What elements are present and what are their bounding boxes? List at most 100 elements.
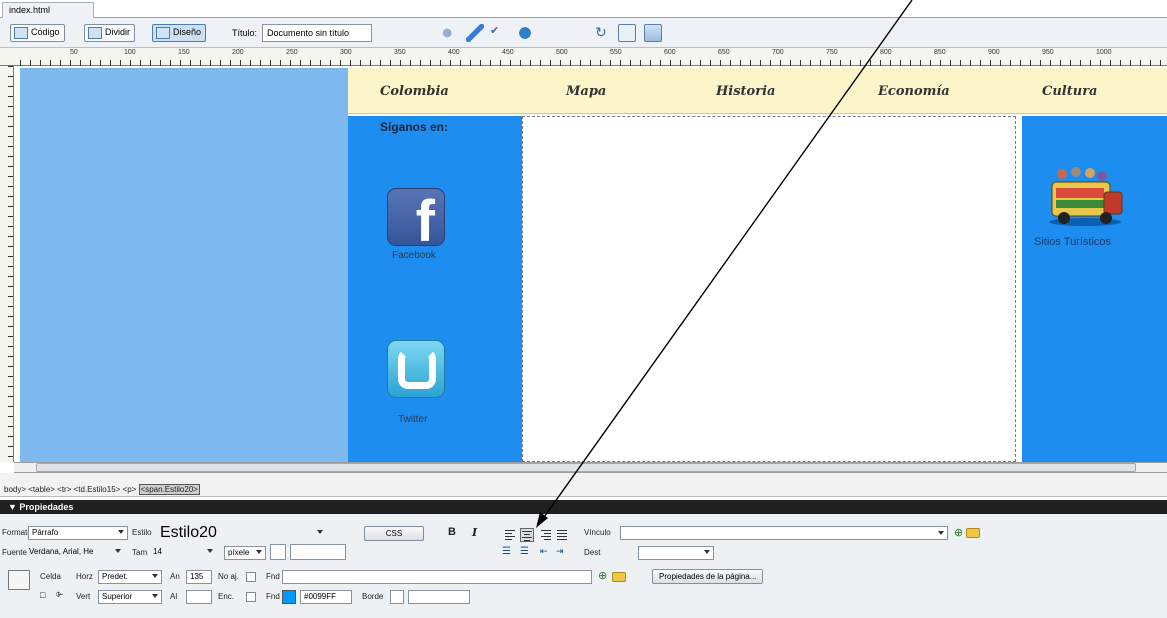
chevron-down-icon — [152, 594, 158, 598]
ordered-list-icon[interactable]: ☰ — [520, 546, 529, 557]
design-view-label: Diseño — [173, 27, 202, 37]
properties-header[interactable]: ▼ Propiedades — [0, 500, 1167, 514]
main-content-cell[interactable] — [522, 116, 1016, 462]
active-tag[interactable]: <span.Estilo20> — [138, 484, 200, 495]
ruler-mark: 700 — [772, 49, 784, 56]
link-input[interactable] — [620, 526, 948, 540]
tag-path[interactable]: body> <table> <tr> <td.Estilo15> <p> — [4, 485, 136, 494]
unit-select[interactable]: píxele — [224, 546, 266, 560]
ruler-mark: 450 — [502, 49, 514, 56]
split-view-button[interactable]: Dividir — [84, 24, 136, 42]
chevron-down-icon — [207, 549, 213, 553]
split-view-label: Dividir — [105, 27, 131, 37]
text-color-input[interactable] — [290, 544, 346, 560]
horz-select[interactable]: Predet. — [98, 570, 162, 584]
ruler-mark: 500 — [556, 49, 568, 56]
content-divider — [514, 116, 522, 462]
globe-icon[interactable] — [516, 24, 534, 42]
nav-mapa[interactable]: Mapa — [566, 84, 606, 99]
nav-colombia[interactable]: Colombia — [380, 84, 449, 99]
align-left-icon[interactable] — [504, 530, 516, 540]
unordered-list-icon[interactable]: ☰ — [502, 546, 511, 557]
height-input[interactable] — [186, 590, 212, 604]
left-blue-cell[interactable] — [20, 68, 348, 462]
twitter-label[interactable]: Twitter — [398, 414, 427, 425]
nav-bar[interactable]: Colombia Mapa Historia Economía Cultura — [348, 68, 1167, 114]
chiva-bus-image[interactable] — [1040, 162, 1130, 228]
folder-icon[interactable] — [966, 528, 980, 538]
facebook-label[interactable]: Facebook — [392, 250, 436, 261]
header-checkbox[interactable] — [246, 592, 256, 602]
align-right-icon[interactable] — [540, 530, 552, 540]
ruler-mark: 350 — [394, 49, 406, 56]
size-select[interactable]: 14 — [150, 546, 216, 560]
target-select[interactable] — [638, 546, 714, 560]
check-page-icon[interactable]: ✔ — [490, 24, 508, 42]
design-view-button[interactable]: Diseño — [152, 24, 207, 42]
chevron-down-icon — [118, 530, 124, 534]
italic-button[interactable]: I — [472, 526, 477, 539]
document-title-input[interactable]: Documento sin título — [262, 24, 372, 42]
fuente-value: Verdana, Arial, He — [29, 547, 94, 556]
no-wrap-checkbox[interactable] — [246, 572, 256, 582]
title-label: Título: — [232, 28, 258, 38]
bold-button[interactable]: B — [448, 526, 456, 538]
background-color-input[interactable]: #0099FF — [300, 590, 352, 604]
ruler-mark: 900 — [988, 49, 1000, 56]
formato-select[interactable]: Párrafo — [28, 526, 128, 540]
vert-select[interactable]: Superior — [98, 590, 162, 604]
twitter-icon[interactable] — [387, 340, 445, 398]
width-input[interactable]: 135 — [186, 570, 212, 584]
social-column[interactable] — [348, 116, 514, 462]
nav-cultura[interactable]: Cultura — [1042, 84, 1097, 99]
align-center-icon[interactable] — [520, 528, 534, 542]
tourist-sites-label[interactable]: Sitios Turísticos — [1034, 236, 1111, 248]
size-value: 14 — [153, 547, 162, 556]
chevron-down-icon — [704, 550, 710, 554]
ruler-mark: 50 — [70, 49, 78, 56]
facebook-icon[interactable]: f — [387, 188, 445, 246]
estilo-select[interactable]: Estilo20 — [156, 524, 326, 542]
text-color-picker[interactable] — [270, 544, 286, 560]
align-justify-icon[interactable] — [556, 530, 568, 540]
nav-economia[interactable]: Economía — [878, 84, 950, 99]
ruler-mark: 400 — [448, 49, 460, 56]
fuente-select[interactable]: Verdana, Arial, He — [26, 546, 124, 560]
css-button[interactable]: CSS — [364, 526, 424, 541]
border-color-picker[interactable] — [390, 590, 404, 604]
background-image-input[interactable] — [282, 570, 592, 584]
page-properties-button[interactable]: Propiedades de la página... — [652, 569, 764, 584]
indent-icon[interactable]: ⇥ — [556, 546, 564, 557]
vinculo-label: Vínculo — [584, 528, 611, 537]
document-tab[interactable]: index.html — [2, 2, 94, 18]
code-view-button[interactable]: Código — [10, 24, 65, 42]
celda-label: Celda — [40, 572, 61, 581]
nav-historia[interactable]: Historia — [716, 84, 775, 99]
ruler-mark: 250 — [286, 49, 298, 56]
fnd-label: Fnd — [266, 572, 280, 581]
horz-label: Horz — [76, 572, 93, 581]
file-management-icon[interactable] — [440, 24, 458, 42]
preview-browser-icon[interactable] — [466, 24, 484, 42]
scrollbar-thumb[interactable] — [36, 463, 1136, 472]
split-cell-icon[interactable]: ⌱ — [56, 589, 63, 600]
border-color-input[interactable] — [408, 590, 470, 604]
point-to-file-icon[interactable]: ⊕ — [598, 569, 607, 582]
background-color-swatch[interactable] — [282, 590, 296, 604]
tam-label: Tam — [132, 548, 148, 557]
folder-icon[interactable] — [612, 572, 626, 582]
noaj-label: No aj. — [218, 572, 239, 581]
ruler-mark: 150 — [178, 49, 190, 56]
ruler-mark: 300 — [340, 49, 352, 56]
enc-label: Enc. — [218, 592, 235, 601]
merge-cells-icon[interactable]: □ — [40, 590, 45, 600]
refresh-icon[interactable]: ↻ — [592, 24, 610, 42]
tag-selector-path[interactable]: body> <table> <tr> <td.Estilo15> <p> <sp… — [4, 484, 200, 495]
point-to-file-icon[interactable]: ⊕ — [954, 526, 963, 539]
view-options-icon[interactable] — [618, 24, 636, 42]
visual-aids-icon[interactable] — [644, 24, 662, 42]
ruler-mark: 600 — [664, 49, 676, 56]
estilo-label: Estilo — [132, 528, 152, 537]
code-view-icon — [14, 27, 28, 39]
outdent-icon[interactable]: ⇤ — [540, 546, 548, 557]
